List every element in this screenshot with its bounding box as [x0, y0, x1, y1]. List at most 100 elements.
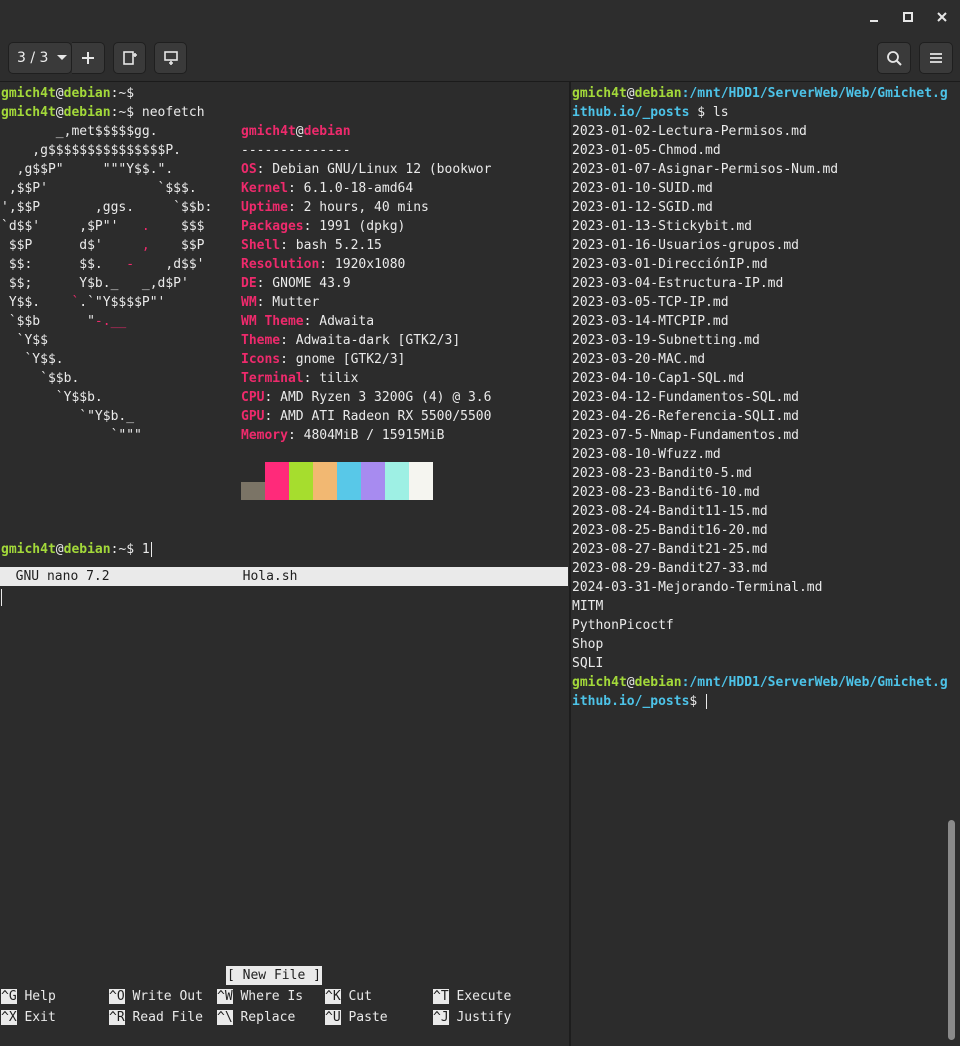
prompt-line-path: gmich4t@debian:/mnt/HDD1/ServerWeb/Web/G…: [572, 86, 948, 101]
prompt-line-current: gmich4t@debian:~$ 1: [1, 542, 152, 557]
logo-segment: Y$$.: [1, 295, 72, 310]
hamburger-menu-icon: [930, 53, 942, 63]
add-terminal-down-button[interactable]: [154, 42, 187, 74]
neofetch-header: gmich4t@debian: [241, 124, 351, 139]
color-swatches: [241, 462, 433, 500]
logo-line: $$: $$. - ,d$$': [1, 255, 205, 274]
file-entry: 2023-04-26-Referencia-SQLI.md: [572, 409, 799, 424]
shortcut-label: Cut: [340, 989, 372, 1004]
neofetch-info-row: Theme: Adwaita-dark [GTK2/3]: [241, 331, 460, 350]
info-value: : Debian GNU/Linux 12 (bookwor: [256, 162, 492, 177]
nano-status-message: [ New File ]: [226, 966, 322, 985]
neofetch-info-row: GPU: AMD ATI Radeon RX 5500/5500: [241, 407, 491, 426]
info-value: : GNOME 43.9: [256, 276, 351, 291]
neofetch-info-row: OS: Debian GNU/Linux 12 (bookwor: [241, 160, 491, 179]
session-switcher[interactable]: 3 / 3: [8, 42, 72, 74]
file-entry: 2023-08-23-Bandit6-10.md: [572, 485, 760, 500]
shortcut-key: ^G: [1, 989, 17, 1004]
neofetch-info-row: Terminal: tilix: [241, 369, 358, 388]
prompt-line-end-cont: ithub.io/_posts$: [572, 694, 708, 709]
menu-button[interactable]: [919, 42, 953, 74]
info-key: Uptime: [241, 200, 288, 215]
logo-line: $$P d$' , $$P: [1, 236, 205, 255]
close-button[interactable]: [932, 7, 952, 27]
info-key: CPU: [241, 390, 265, 405]
shortcut-key: ^U: [325, 1010, 341, 1025]
left-terminal-pane[interactable]: gmich4t@debian:~$ gmich4t@debian:~$ neof…: [0, 82, 569, 1046]
logo-segment: $$$: [149, 219, 205, 234]
file-entry: 2023-01-07-Asignar-Permisos-Num.md: [572, 162, 839, 177]
file-entry: 2023-07-5-Nmap-Fundamentos.md: [572, 428, 799, 443]
info-key: Theme: [241, 333, 281, 348]
info-key: WM Theme: [241, 314, 304, 329]
color-swatch: [337, 462, 361, 500]
shortcut-label: Paste: [340, 1010, 388, 1025]
logo-line: Y$$. `.`"Y$$$$P"': [1, 293, 166, 312]
logo-segment: -.__: [94, 314, 127, 329]
color-swatch: [409, 462, 433, 500]
file-entry: Shop: [572, 637, 604, 652]
file-entry: 2023-01-12-SGID.md: [572, 200, 713, 215]
color-swatch: [289, 462, 313, 500]
scrollbar-thumb[interactable]: [948, 820, 955, 1040]
minimize-button[interactable]: [864, 7, 884, 27]
file-entry: 2023-04-12-Fundamentos-SQL.md: [572, 390, 799, 405]
shortcut-key: ^K: [325, 989, 341, 1004]
info-key: Shell: [241, 238, 281, 253]
logo-segment: `d$$' ,$P"': [1, 219, 142, 234]
file-entry: 2023-03-04-Estructura-IP.md: [572, 276, 784, 291]
file-entry: 2023-03-01-DirecciónIP.md: [572, 257, 768, 272]
logo-line: ,g$$$$$$$$$$$$$$$P.: [1, 143, 182, 158]
info-key: Memory: [241, 428, 288, 443]
info-value: : Adwaita: [303, 314, 375, 329]
logo-segment: ,: [141, 238, 150, 253]
info-key: WM: [241, 295, 257, 310]
add-terminal-right-button[interactable]: [113, 42, 146, 74]
neofetch-info-row: Resolution: 1920x1080: [241, 255, 405, 274]
logo-segment: ,d$$': [134, 257, 205, 272]
shortcut-key: ^W: [217, 989, 233, 1004]
maximize-button[interactable]: [898, 7, 918, 27]
neofetch-info-row: Packages: 1991 (dpkg): [241, 217, 405, 236]
file-entry: 2023-03-19-Subnetting.md: [572, 333, 760, 348]
color-swatch: [313, 462, 337, 500]
file-entry: 2024-03-31-Mejorando-Terminal.md: [572, 580, 823, 595]
file-entry: PythonPicoctf: [572, 618, 674, 633]
neofetch-info-row: WM: Mutter: [241, 293, 319, 312]
logo-segment: -: [126, 257, 135, 272]
shortcut-key: ^X: [1, 1010, 17, 1025]
logo-line: _,met$$$$$gg.: [1, 124, 158, 139]
text-cursor: [706, 694, 708, 709]
file-entry: 2023-08-23-Bandit0-5.md: [572, 466, 753, 481]
shortcut-key: ^J: [433, 1010, 449, 1025]
terminal-toolbar: 3 / 3: [0, 34, 960, 82]
neofetch-separator: --------------: [241, 143, 351, 158]
info-value: : 1991 (dpkg): [303, 219, 406, 234]
neofetch-info-row: Uptime: 2 hours, 40 mins: [241, 198, 429, 217]
file-entry: 2023-01-10-SUID.md: [572, 181, 713, 196]
info-value: : tilix: [303, 371, 359, 386]
color-swatch: [361, 462, 385, 500]
file-entry: SQLI: [572, 656, 604, 671]
nano-shortcut: ^G Help: [1, 987, 56, 1006]
neofetch-info-row: Memory: 4804MiB / 15915MiB: [241, 426, 445, 445]
file-entry: 2023-03-05-TCP-IP.md: [572, 295, 729, 310]
file-entry: 2023-04-10-Cap1-SQL.md: [572, 371, 745, 386]
search-button[interactable]: [877, 42, 911, 74]
file-entry: 2023-08-29-Bandit27-33.md: [572, 561, 768, 576]
file-entry: 2023-01-16-Usuarios-grupos.md: [572, 238, 799, 253]
logo-line: `Y$$.: [1, 352, 64, 367]
shortcut-label: Exit: [16, 1010, 56, 1025]
session-label: 3 / 3: [17, 50, 49, 66]
text-cursor: [150, 542, 152, 557]
nano-shortcut: ^O Write Out: [109, 987, 203, 1006]
info-value: : Mutter: [256, 295, 320, 310]
shortcut-key: ^\: [217, 1010, 233, 1025]
add-session-button[interactable]: [72, 42, 105, 74]
nano-shortcut: ^W Where Is: [217, 987, 303, 1006]
shortcut-label: Replace: [232, 1010, 296, 1025]
window-titlebar: [0, 0, 960, 34]
info-value: : 1920x1080: [319, 257, 406, 272]
logo-line: ,$$P' `$$$.: [1, 181, 197, 196]
right-terminal-pane[interactable]: gmich4t@debian:/mnt/HDD1/ServerWeb/Web/G…: [571, 82, 960, 1046]
